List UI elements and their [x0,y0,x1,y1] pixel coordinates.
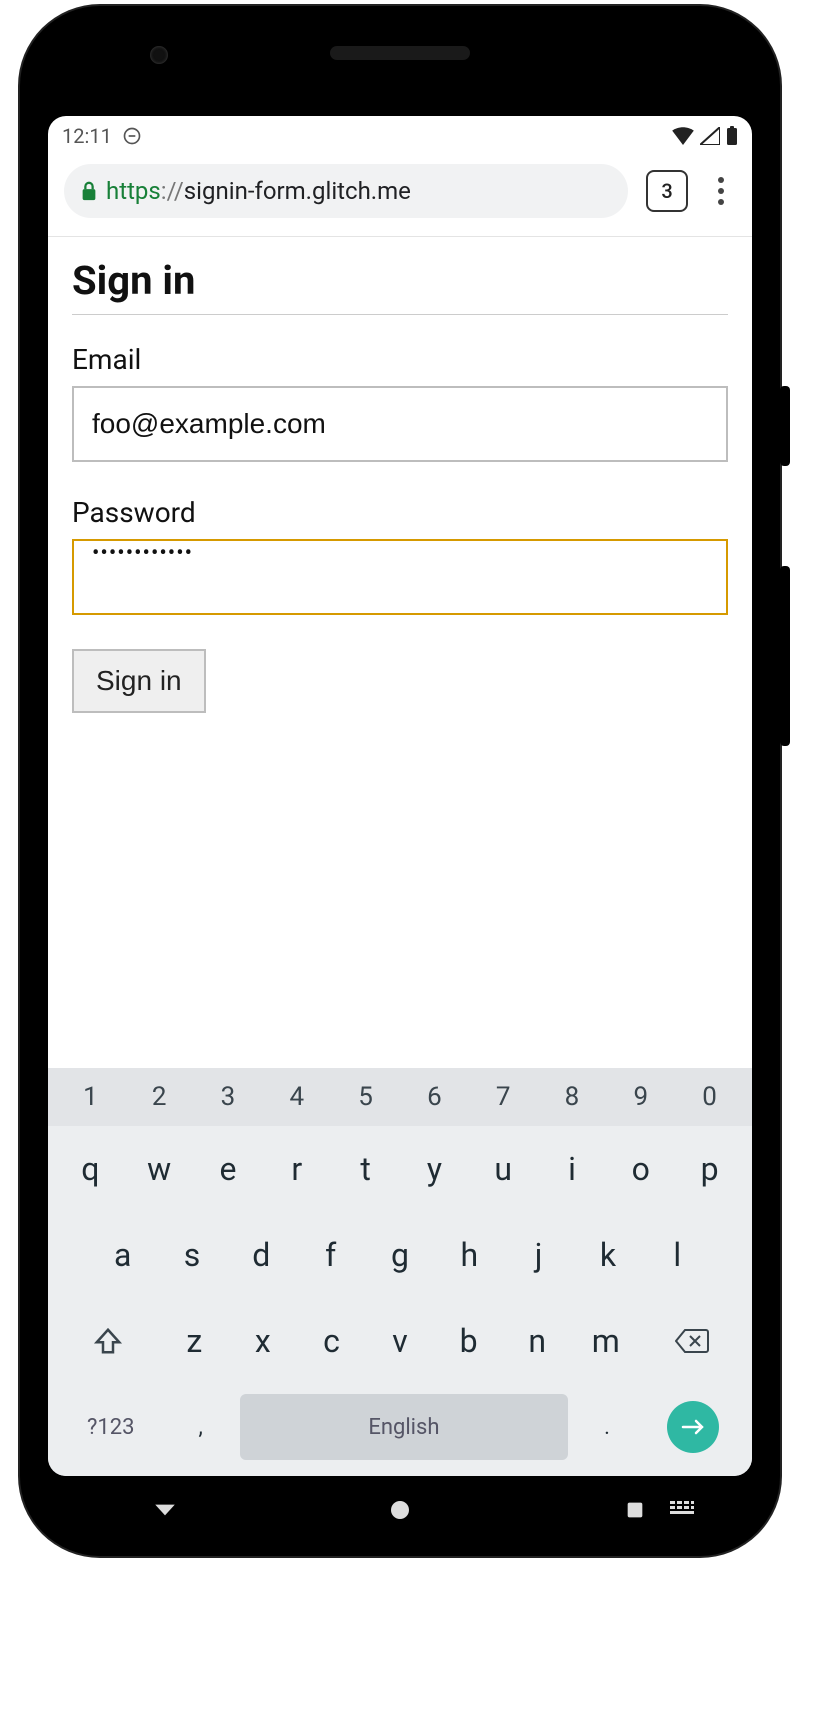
enter-key[interactable] [646,1394,740,1460]
phone-speaker [330,46,470,60]
sign-in-button[interactable]: Sign in [72,649,206,713]
key-t[interactable]: t [335,1136,396,1202]
key-w[interactable]: w [129,1136,190,1202]
phone-frame: 12:11 [20,6,780,1556]
key-r[interactable]: r [266,1136,327,1202]
page-title: Sign in [72,257,728,304]
key-3[interactable]: 3 [198,1074,259,1120]
backspace-key[interactable] [644,1308,740,1374]
comma-key[interactable]: , [170,1394,232,1460]
key-7[interactable]: 7 [473,1074,534,1120]
key-f[interactable]: f [300,1222,361,1288]
key-s[interactable]: s [161,1222,222,1288]
url-host: signin-form.glitch.me [184,177,411,205]
key-2[interactable]: 2 [129,1074,190,1120]
soft-keyboard: 1234567890 qwertyuiop asdfghjkl zxcvbnm … [48,1068,752,1476]
key-d[interactable]: d [231,1222,292,1288]
url-scheme: https [106,177,161,205]
spacebar-key[interactable]: English [240,1394,568,1460]
key-m[interactable]: m [575,1308,636,1374]
key-o[interactable]: o [610,1136,671,1202]
key-j[interactable]: j [508,1222,569,1288]
tab-count: 3 [661,179,672,203]
email-field[interactable] [72,386,728,462]
key-6[interactable]: 6 [404,1074,465,1120]
shift-key[interactable] [60,1308,156,1374]
key-u[interactable]: u [473,1136,534,1202]
divider [72,314,728,315]
nav-home-button[interactable] [340,1498,460,1522]
key-n[interactable]: n [507,1308,568,1374]
period-key[interactable]: . [576,1394,638,1460]
key-8[interactable]: 8 [542,1074,603,1120]
cellular-icon [700,127,720,145]
browser-toolbar: https://signin-form.glitch.me 3 [48,156,752,237]
url-separator: :// [161,177,184,205]
nav-back-button[interactable] [105,1497,225,1523]
key-g[interactable]: g [369,1222,430,1288]
phone-camera [150,46,168,64]
url-bar[interactable]: https://signin-form.glitch.me [64,164,628,218]
key-h[interactable]: h [439,1222,500,1288]
battery-icon [726,126,738,146]
key-p[interactable]: p [679,1136,740,1202]
key-x[interactable]: x [233,1308,294,1374]
nav-keyboard-toggle[interactable] [622,1501,742,1519]
key-e[interactable]: e [198,1136,259,1202]
screen: 12:11 [48,116,752,1476]
page-content: Sign in Email Password •••••••••••• Sign… [48,237,752,1068]
tab-switcher-button[interactable]: 3 [646,170,688,212]
key-9[interactable]: 9 [610,1074,671,1120]
lock-icon [80,181,98,201]
phone-volume-button [780,566,790,746]
overflow-menu-button[interactable] [706,177,736,205]
key-v[interactable]: v [370,1308,431,1374]
email-label: Email [72,343,728,376]
key-c[interactable]: c [301,1308,362,1374]
key-q[interactable]: q [60,1136,121,1202]
key-y[interactable]: y [404,1136,465,1202]
key-a[interactable]: a [92,1222,153,1288]
key-l[interactable]: l [647,1222,708,1288]
key-z[interactable]: z [164,1308,225,1374]
key-b[interactable]: b [438,1308,499,1374]
key-k[interactable]: k [577,1222,638,1288]
status-bar: 12:11 [48,116,752,156]
status-time: 12:11 [62,124,112,148]
password-field[interactable]: •••••••••••• [72,539,728,615]
key-0[interactable]: 0 [679,1074,740,1120]
android-nav-bar [48,1482,752,1538]
key-1[interactable]: 1 [60,1074,121,1120]
phone-side-button [780,386,790,466]
wifi-icon [672,127,694,145]
key-5[interactable]: 5 [335,1074,396,1120]
symbols-key[interactable]: ?123 [60,1394,162,1460]
key-4[interactable]: 4 [266,1074,327,1120]
do-not-disturb-icon [122,126,142,146]
password-label: Password [72,496,728,529]
key-i[interactable]: i [542,1136,603,1202]
